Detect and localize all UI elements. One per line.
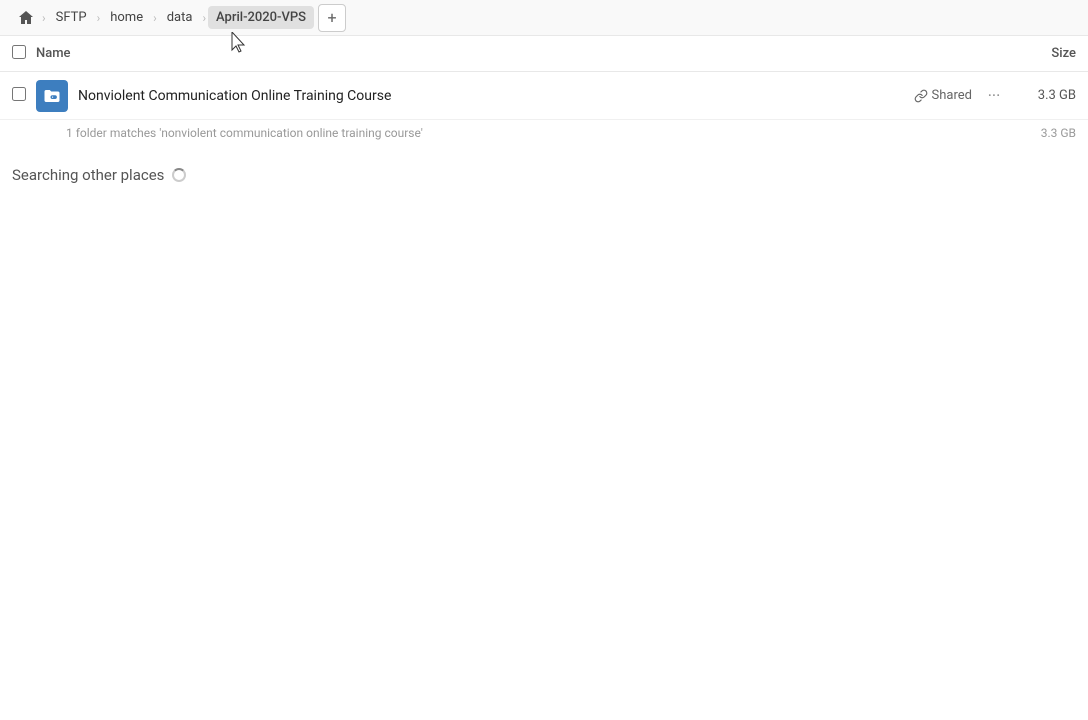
home-button[interactable] bbox=[12, 4, 40, 32]
summary-text: 1 folder matches 'nonviolent communicati… bbox=[66, 126, 1016, 140]
column-header: Name Size bbox=[0, 36, 1088, 72]
file-checkbox[interactable] bbox=[12, 87, 26, 101]
folder-link-icon bbox=[43, 87, 61, 105]
link-icon bbox=[914, 89, 928, 103]
breadcrumb-data[interactable]: data bbox=[159, 6, 201, 29]
shared-badge: Shared bbox=[914, 88, 972, 103]
name-column-header: Name bbox=[36, 46, 996, 61]
more-options-button[interactable]: ··· bbox=[980, 82, 1008, 110]
loading-spinner bbox=[172, 168, 186, 182]
file-size: 3.3 GB bbox=[1016, 88, 1076, 103]
shared-label: Shared bbox=[932, 88, 972, 103]
breadcrumb-sep-4: › bbox=[202, 11, 206, 25]
add-tab-button[interactable]: + bbox=[318, 4, 346, 32]
searching-label: Searching other places bbox=[12, 166, 1076, 184]
size-column-header: Size bbox=[996, 46, 1076, 61]
searching-text: Searching other places bbox=[12, 166, 164, 184]
file-checkbox-col bbox=[12, 87, 36, 105]
top-nav: › SFTP › home › data › April-2020-VPS + bbox=[0, 0, 1088, 36]
summary-size: 3.3 GB bbox=[1016, 126, 1076, 140]
file-row[interactable]: Nonviolent Communication Online Training… bbox=[0, 72, 1088, 120]
header-checkbox-col bbox=[12, 45, 36, 63]
more-icon: ··· bbox=[988, 86, 1001, 105]
breadcrumb-sep-3: › bbox=[153, 11, 157, 25]
breadcrumb-sep-1: › bbox=[42, 11, 46, 25]
file-name: Nonviolent Communication Online Training… bbox=[78, 88, 914, 104]
breadcrumb-home[interactable]: home bbox=[102, 6, 151, 29]
breadcrumb-sftp[interactable]: SFTP bbox=[48, 6, 95, 29]
summary-row: 1 folder matches 'nonviolent communicati… bbox=[0, 120, 1088, 146]
breadcrumb-april-2020-vps[interactable]: April-2020-VPS bbox=[208, 6, 314, 29]
searching-section: Searching other places bbox=[0, 146, 1088, 192]
select-all-checkbox[interactable] bbox=[12, 45, 26, 59]
breadcrumb-sep-2: › bbox=[97, 11, 101, 25]
home-icon bbox=[18, 10, 34, 26]
folder-icon bbox=[36, 80, 68, 112]
